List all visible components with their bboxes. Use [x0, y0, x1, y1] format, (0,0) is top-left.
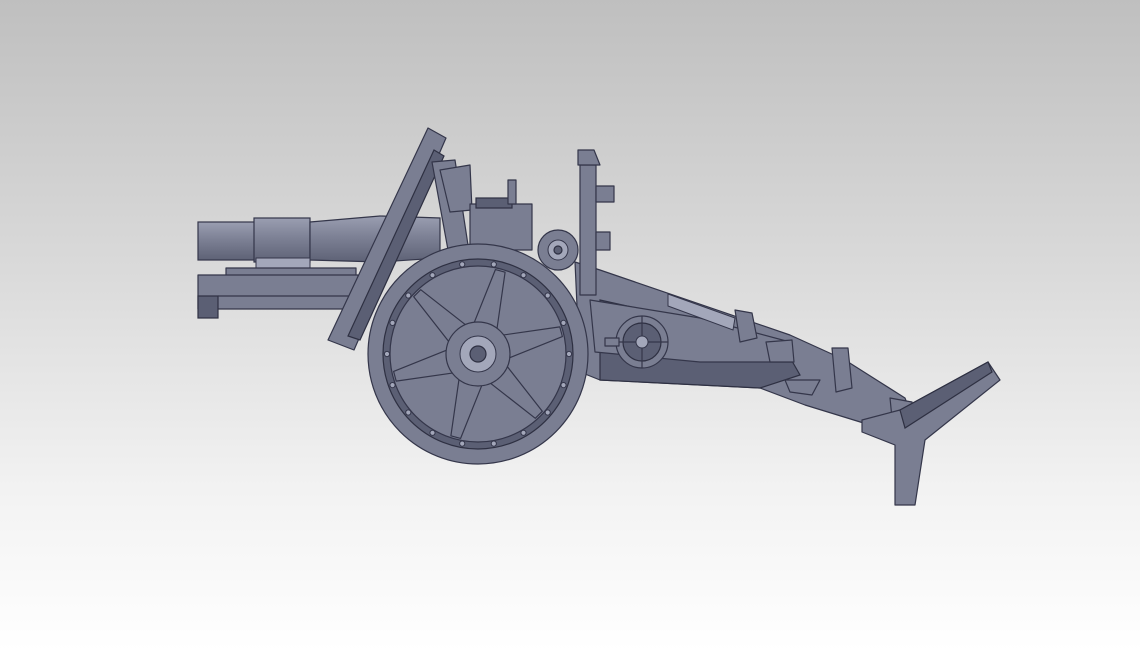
rim-bolt — [560, 382, 567, 389]
rim-bolt — [544, 409, 551, 416]
rim-bolt — [459, 440, 466, 447]
rim-bolt — [389, 319, 396, 326]
rim-bolt — [490, 440, 497, 447]
rim-bolt — [429, 429, 436, 436]
breech — [469, 179, 533, 251]
rim-bolt — [459, 261, 466, 268]
rim-bolt — [520, 272, 527, 279]
rim-bolt — [405, 292, 412, 299]
cradle — [197, 267, 359, 319]
cad-viewport[interactable] — [0, 0, 1140, 651]
rim-bolt — [560, 319, 567, 326]
rim-bolt — [389, 382, 396, 389]
rim-bolt — [565, 350, 573, 358]
rim-bolt — [429, 272, 436, 279]
rim-bolt — [383, 350, 391, 358]
wheel — [367, 243, 589, 465]
rim-bolt — [544, 292, 551, 299]
field-howitzer-model[interactable] — [0, 0, 1140, 651]
rim-bolt — [405, 409, 412, 416]
rim-bolt — [490, 261, 497, 268]
rim-bolt — [520, 429, 527, 436]
